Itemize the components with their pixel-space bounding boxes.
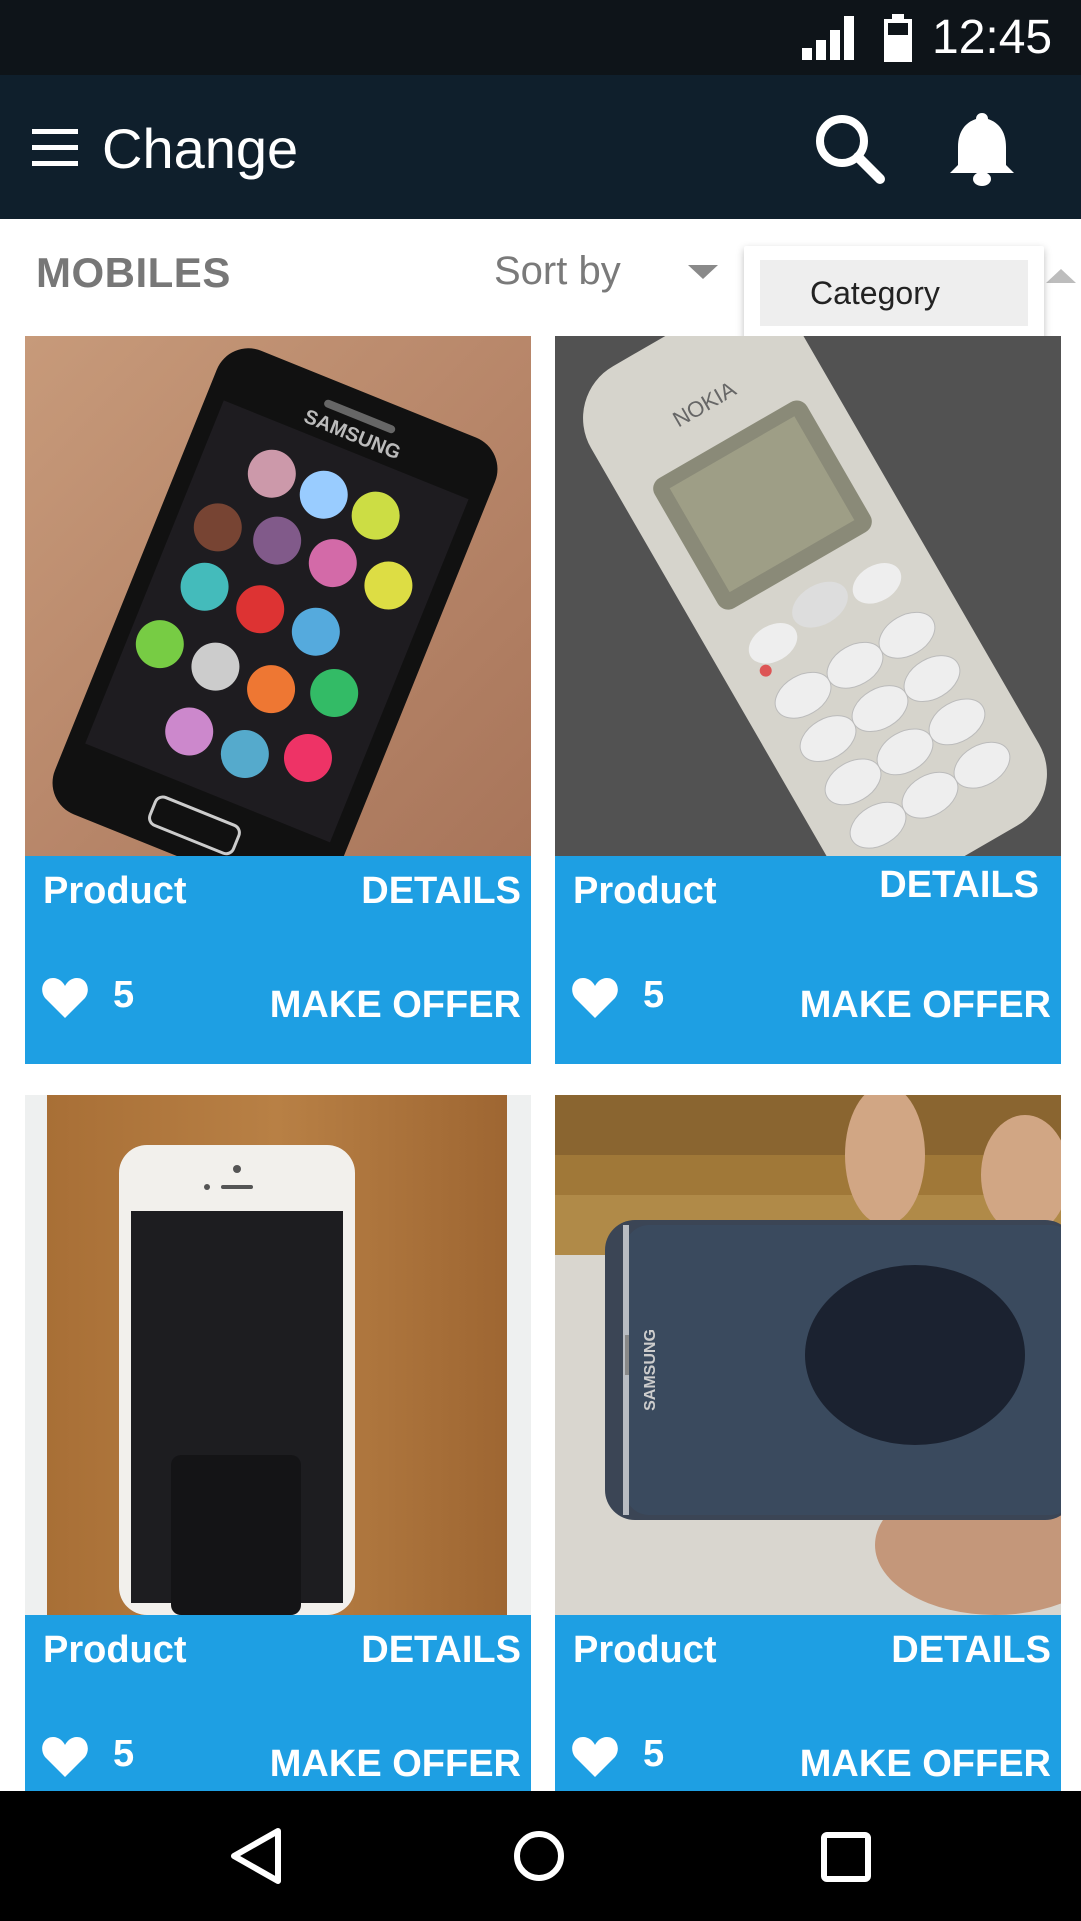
home-icon[interactable] xyxy=(512,1829,566,1883)
make-offer-button[interactable]: MAKE OFFER xyxy=(800,984,1051,1027)
product-card[interactable]: SAMSUNG Product DETAILS 5 MAKE OFFER xyxy=(555,1095,1061,1791)
product-photo[interactable]: SAMSUNG xyxy=(555,1095,1061,1615)
status-bar: 12:45 xyxy=(0,0,1081,75)
make-offer-button[interactable]: MAKE OFFER xyxy=(270,1743,521,1786)
product-name[interactable]: Product xyxy=(573,1629,717,1672)
system-nav-bar xyxy=(0,1791,1081,1921)
category-title: MOBILES xyxy=(36,249,231,296)
back-icon[interactable] xyxy=(228,1827,284,1885)
dropdown-collapse-caret-icon[interactable] xyxy=(1046,269,1076,283)
product-photo[interactable]: NOKIA xyxy=(555,336,1061,856)
search-icon[interactable] xyxy=(812,111,886,185)
heart-icon[interactable] xyxy=(41,1735,89,1779)
sort-option-category[interactable]: Category xyxy=(760,260,1028,326)
menu-icon[interactable] xyxy=(32,127,80,169)
product-card[interactable]: NOKIA Product DETAILS 5 MAKE OFFER xyxy=(555,336,1061,1064)
samsung-logo-2: SAMSUNG xyxy=(642,1329,659,1411)
product-name[interactable]: Product xyxy=(43,1629,187,1672)
product-info-bar: Product DETAILS 5 MAKE OFFER xyxy=(555,856,1061,1064)
product-name[interactable]: Product xyxy=(573,870,717,913)
product-name[interactable]: Product xyxy=(43,870,187,913)
product-info-bar: Product DETAILS 5 MAKE OFFER xyxy=(25,856,531,1064)
heart-icon[interactable] xyxy=(571,976,619,1020)
make-offer-button[interactable]: MAKE OFFER xyxy=(270,984,521,1027)
product-info-bar: Product DETAILS 5 MAKE OFFER xyxy=(555,1615,1061,1791)
recents-icon[interactable] xyxy=(820,1831,872,1883)
product-card[interactable]: Product DETAILS 5 MAKE OFFER xyxy=(25,1095,531,1791)
signal-icon xyxy=(802,16,854,60)
details-button[interactable]: DETAILS xyxy=(361,1629,521,1672)
sort-by-label[interactable]: Sort by xyxy=(494,249,621,294)
sort-dropdown-caret-icon[interactable] xyxy=(688,265,718,279)
details-button[interactable]: DETAILS xyxy=(879,864,1039,907)
like-count: 5 xyxy=(113,1733,135,1775)
product-card[interactable]: SAMSUNG Product DETAILS 5 MAKE OFFER xyxy=(25,336,531,1064)
heart-icon[interactable] xyxy=(41,976,89,1020)
like-count: 5 xyxy=(643,1733,665,1775)
like-count: 5 xyxy=(643,974,665,1016)
product-photo[interactable]: SAMSUNG xyxy=(25,336,531,856)
product-info-bar: Product DETAILS 5 MAKE OFFER xyxy=(25,1615,531,1791)
details-button[interactable]: DETAILS xyxy=(361,870,521,913)
make-offer-button[interactable]: MAKE OFFER xyxy=(800,1743,1051,1786)
product-grid: SAMSUNG Product DETAILS 5 MAKE OFFER NOK… xyxy=(0,319,1081,1791)
app-title: Change xyxy=(102,117,299,180)
product-photo[interactable] xyxy=(25,1095,531,1615)
like-count: 5 xyxy=(113,974,135,1016)
bell-icon[interactable] xyxy=(948,109,1016,187)
battery-icon xyxy=(884,14,912,62)
details-button[interactable]: DETAILS xyxy=(891,1629,1051,1672)
status-time: 12:45 xyxy=(932,11,1053,64)
app-bar: Change xyxy=(0,75,1081,219)
heart-icon[interactable] xyxy=(571,1735,619,1779)
